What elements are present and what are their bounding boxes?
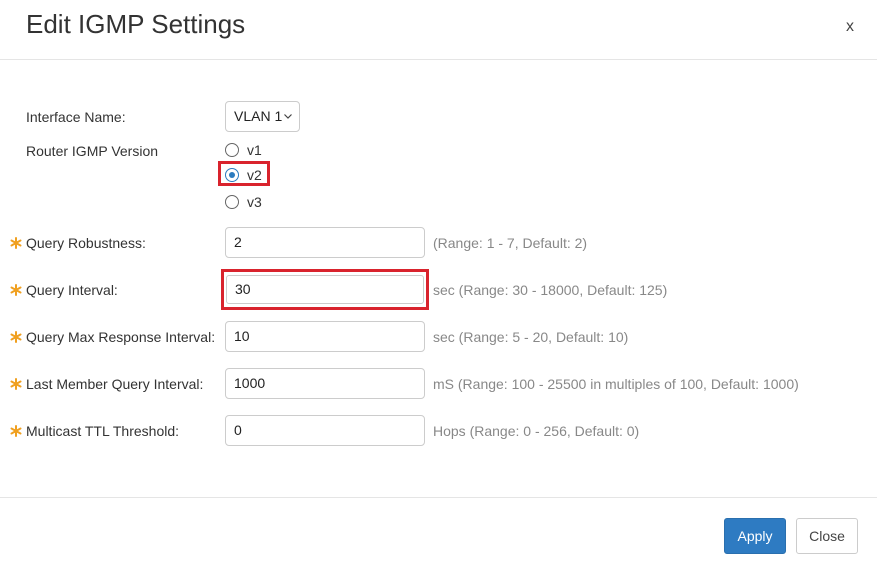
interface-name-value: VLAN 1 bbox=[234, 108, 283, 124]
query-interval-input[interactable]: 30 bbox=[226, 275, 424, 304]
radio-v3-label: v3 bbox=[247, 194, 262, 210]
last-member-query-interval-input[interactable]: 1000 bbox=[225, 368, 425, 399]
close-button[interactable]: Close bbox=[796, 518, 858, 554]
query-robustness-input[interactable]: 2 bbox=[225, 227, 425, 258]
multicast-ttl-threshold-input[interactable]: 0 bbox=[225, 415, 425, 446]
query-max-response-interval-input[interactable]: 10 bbox=[225, 321, 425, 352]
query-interval-label: Query Interval: bbox=[26, 282, 118, 298]
last-member-query-interval-label: Last Member Query Interval: bbox=[26, 376, 204, 392]
query-interval-hint: sec (Range: 30 - 18000, Default: 125) bbox=[433, 282, 668, 298]
radio-v1-button[interactable] bbox=[225, 143, 239, 157]
radio-v2-label: v2 bbox=[247, 167, 262, 183]
dialog-close-icon[interactable]: x bbox=[846, 17, 854, 37]
apply-button[interactable]: Apply bbox=[724, 518, 786, 554]
chevron-down-icon bbox=[284, 114, 292, 119]
required-asterisk-icon bbox=[10, 284, 22, 296]
query-interval-highlight-box: 30 bbox=[221, 269, 429, 310]
required-asterisk-icon bbox=[10, 237, 22, 249]
required-asterisk-icon bbox=[10, 425, 22, 437]
radio-v2-button[interactable] bbox=[225, 168, 239, 182]
radio-v3-button[interactable] bbox=[225, 195, 239, 209]
query-robustness-hint: (Range: 1 - 7, Default: 2) bbox=[433, 235, 588, 251]
query-max-response-interval-label: Query Max Response Interval: bbox=[26, 329, 216, 345]
multicast-ttl-threshold-label: Multicast TTL Threshold: bbox=[26, 423, 180, 439]
required-asterisk-icon bbox=[10, 378, 22, 390]
edit-igmp-settings-dialog: Edit IGMP Settings x Interface Name: VLA… bbox=[0, 0, 877, 569]
multicast-ttl-threshold-hint: Hops (Range: 0 - 256, Default: 0) bbox=[433, 423, 640, 439]
required-asterisk-icon bbox=[10, 331, 22, 343]
dialog-title: Edit IGMP Settings bbox=[26, 9, 246, 39]
dialog-header: Edit IGMP Settings x bbox=[0, 0, 877, 60]
last-member-query-interval-hint: mS (Range: 100 - 25500 in multiples of 1… bbox=[433, 376, 799, 392]
query-max-response-interval-hint: sec (Range: 5 - 20, Default: 10) bbox=[433, 329, 629, 345]
query-robustness-label: Query Robustness: bbox=[26, 235, 146, 251]
router-igmp-version-label: Router IGMP Version bbox=[26, 143, 159, 159]
radio-v1-label: v1 bbox=[247, 142, 262, 158]
interface-name-label: Interface Name: bbox=[26, 109, 126, 125]
interface-name-select[interactable]: VLAN 1 bbox=[225, 101, 300, 132]
